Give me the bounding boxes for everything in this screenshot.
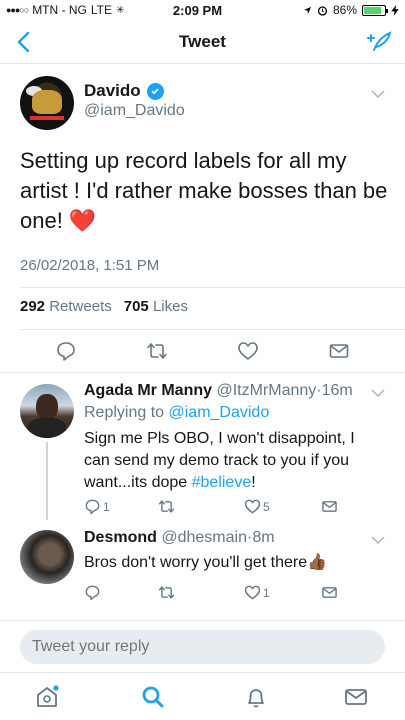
network-label: LTE — [90, 3, 112, 17]
retweet-icon[interactable] — [146, 340, 168, 362]
reply-count: 1 — [103, 499, 110, 514]
like-heart-icon — [244, 499, 261, 514]
reply-avatar[interactable] — [20, 530, 74, 584]
retweets-stat[interactable]: 292 Retweets — [20, 298, 112, 315]
reply-reply-action[interactable]: 1 — [84, 498, 110, 515]
reply-composer-bar — [0, 620, 405, 672]
avatar[interactable] — [20, 76, 74, 130]
like-heart-icon — [244, 585, 261, 600]
author-name: Davido — [84, 81, 141, 100]
author-name-row[interactable]: Davido — [84, 81, 164, 101]
avatar-art-stripe — [30, 116, 64, 120]
avatar-art — [36, 394, 58, 420]
replying-prefix: Replying to — [84, 404, 165, 421]
reply-avatar[interactable] — [20, 384, 74, 438]
charging-bolt-icon — [391, 4, 399, 16]
share-envelope-icon[interactable] — [328, 340, 350, 362]
reply-retweet-action[interactable] — [158, 584, 177, 601]
reply-share-action[interactable] — [321, 584, 338, 601]
reply-text: Sign me Pls OBO, I won't disappoint, I c… — [84, 428, 384, 494]
section-separator — [0, 372, 405, 373]
avatar-art-body — [32, 90, 62, 114]
status-time: 2:09 PM — [172, 2, 223, 18]
reply-author-name[interactable]: Desmond — [84, 529, 157, 546]
status-right: 86% — [249, 3, 399, 17]
retweets-count: 292 — [20, 298, 46, 315]
author-handle[interactable]: @iam_Davido — [84, 102, 185, 120]
thread-connector — [46, 442, 48, 520]
like-count: 5 — [263, 499, 270, 514]
reply-actions: 1 5 — [84, 498, 344, 516]
reply-icon — [85, 585, 100, 601]
reply-icon[interactable] — [55, 340, 77, 362]
battery-icon — [362, 4, 388, 16]
reply-more-chevron-icon[interactable] — [371, 535, 385, 545]
messages-envelope-icon[interactable] — [343, 684, 369, 710]
reply-author-handle[interactable]: @dhesmain — [161, 529, 247, 546]
tweet-timestamp: 26/02/2018, 1:51 PM — [20, 257, 160, 274]
reply-like-action[interactable]: 5 — [244, 498, 270, 515]
hashtag-link[interactable]: #believe — [192, 474, 252, 491]
search-icon[interactable] — [140, 684, 166, 710]
signal-strength-icon: ●●●○○ — [6, 5, 29, 15]
loading-icon: ✳ — [115, 4, 125, 16]
share-envelope-icon — [322, 587, 337, 598]
compose-feather-icon[interactable] — [365, 28, 393, 56]
retweet-icon — [158, 500, 175, 513]
location-arrow-icon — [303, 6, 312, 14]
more-options-chevron-icon[interactable] — [371, 89, 385, 99]
like-heart-icon[interactable] — [237, 340, 259, 362]
tweet-stats: 292 Retweets 705 Likes — [20, 298, 188, 315]
likes-stat[interactable]: 705 Likes — [124, 298, 188, 315]
reply-author-handle[interactable]: @ItzMrManny — [216, 382, 316, 399]
notifications-bell-icon[interactable] — [243, 684, 269, 710]
reply-author-name[interactable]: Agada Mr Manny — [84, 382, 212, 399]
alarm-icon — [317, 5, 328, 16]
retweet-icon — [158, 586, 175, 599]
status-bar: ●●●○○ MTN - NG LTE ✳ 2:09 PM 86% — [0, 0, 405, 20]
verified-badge-icon — [146, 82, 164, 100]
page-title: Tweet — [179, 31, 226, 51]
back-chevron-icon[interactable] — [12, 28, 36, 56]
reply-actions: 1 — [84, 584, 344, 602]
battery-fill — [364, 6, 382, 14]
divider — [20, 287, 405, 288]
reply-text: Bros don't worry you'll get there👍🏾 — [84, 554, 328, 571]
replying-to-link[interactable]: @iam_Davido — [169, 404, 270, 421]
reply-icon — [85, 499, 100, 515]
home-icon[interactable] — [34, 684, 60, 710]
reply-time: 16m — [321, 382, 353, 399]
reply-reply-action[interactable] — [84, 584, 103, 601]
tab-bar — [0, 672, 405, 720]
carrier-label: MTN - NG — [32, 3, 87, 17]
reply-time: 8m — [252, 529, 275, 546]
reply-header: Desmond @dhesmain·8m — [84, 529, 275, 547]
tweet-actions — [0, 340, 405, 364]
reply-header: Agada Mr Manny @ItzMrManny·16m — [84, 382, 353, 400]
share-envelope-icon — [322, 501, 337, 512]
reply-input[interactable] — [20, 630, 385, 664]
like-count: 1 — [263, 585, 270, 600]
reply-text-end: ! — [251, 474, 256, 491]
likes-label: Likes — [152, 298, 188, 315]
reply-retweet-action[interactable] — [158, 498, 177, 515]
retweets-label: Retweets — [49, 298, 112, 315]
avatar-art-body — [28, 418, 66, 438]
battery-percent: 86% — [332, 3, 357, 17]
tweet-text: Setting up record labels for all my arti… — [20, 148, 388, 233]
reply-share-action[interactable] — [321, 498, 338, 515]
replying-to: Replying to @iam_Davido — [84, 404, 269, 422]
reply-like-action[interactable]: 1 — [244, 584, 270, 601]
nav-bar: Tweet — [0, 20, 405, 64]
reply-more-chevron-icon[interactable] — [371, 388, 385, 398]
status-left: ●●●○○ MTN - NG LTE ✳ — [6, 3, 156, 17]
likes-count: 705 — [123, 298, 149, 315]
divider — [20, 329, 405, 330]
